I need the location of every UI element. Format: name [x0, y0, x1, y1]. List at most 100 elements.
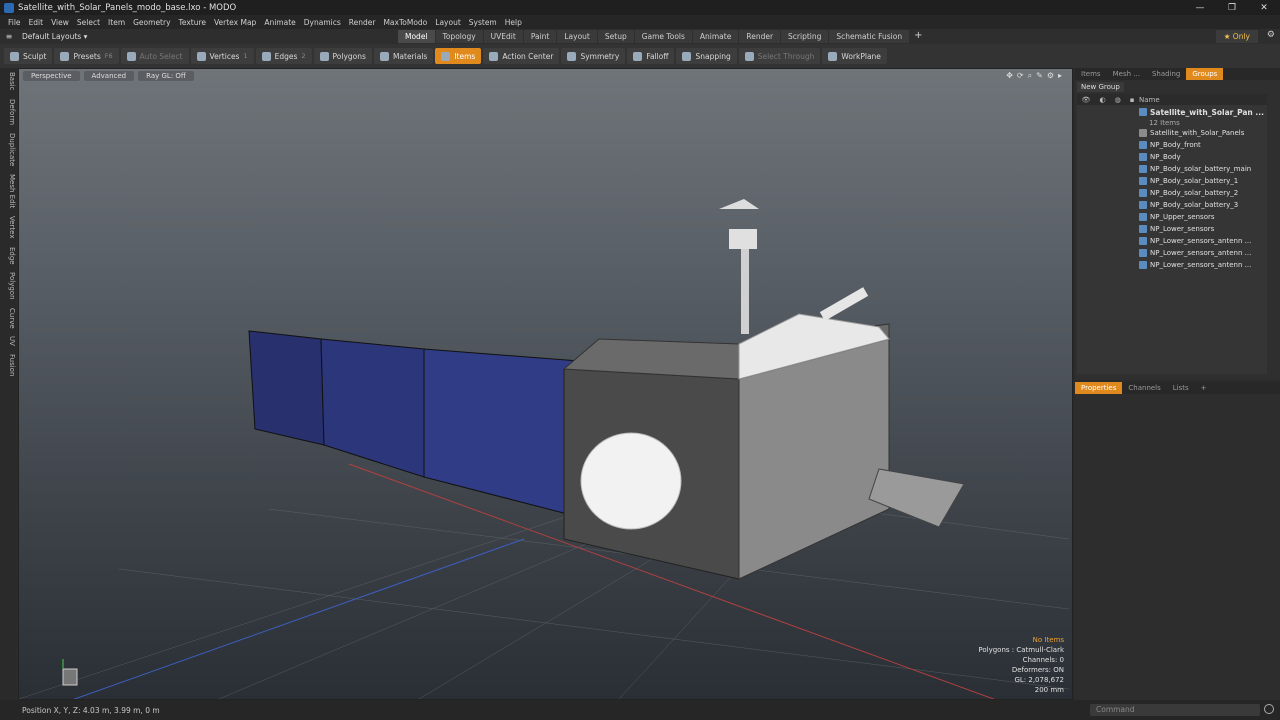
tab-animate[interactable]: Animate	[692, 30, 739, 43]
layout-menu-icon[interactable]: ≡	[0, 32, 18, 41]
menu-system[interactable]: System	[465, 18, 501, 27]
add-panel-tab-button[interactable]: +	[1195, 384, 1213, 392]
auto-select-button[interactable]: Auto Select	[120, 48, 189, 64]
tab-schematic-fusion[interactable]: Schematic Fusion	[829, 30, 910, 43]
paint-icon[interactable]: ✎	[1036, 71, 1043, 81]
tab-paint[interactable]: Paint	[523, 30, 557, 43]
snapping-label: Snapping	[695, 51, 731, 61]
tab-lists[interactable]: Lists	[1167, 384, 1195, 392]
list-item[interactable]: NP_Body_front	[1077, 139, 1267, 151]
default-layouts-dropdown[interactable]: Default Layouts ▾	[18, 32, 398, 41]
new-group-button[interactable]: New Group	[1077, 82, 1124, 92]
edges-button[interactable]: Edges 2	[255, 48, 312, 64]
select-through-button[interactable]: Select Through	[738, 48, 821, 64]
tab-render[interactable]: Render	[739, 30, 781, 43]
command-input[interactable]: Command	[1090, 704, 1260, 716]
advanced-dropdown[interactable]: Advanced	[83, 71, 135, 81]
menu-view[interactable]: View	[47, 18, 73, 27]
presets-button[interactable]: Presets F6	[54, 48, 119, 64]
viewport-menu-icon[interactable]: ▸	[1058, 71, 1062, 81]
maximize-button[interactable]: ❐	[1216, 0, 1248, 15]
tab-game-tools[interactable]: Game Tools	[634, 30, 692, 43]
only-toggle[interactable]: ★ Only	[1215, 30, 1258, 43]
list-item[interactable]: Satellite_with_Solar_Panels	[1077, 127, 1267, 139]
command-history-icon[interactable]	[1264, 704, 1274, 714]
zoom-icon[interactable]: ⌕	[1028, 71, 1032, 81]
close-button[interactable]: ✕	[1248, 0, 1280, 15]
falloff-button[interactable]: Falloff	[627, 48, 675, 64]
list-item[interactable]: NP_Upper_sensors	[1077, 211, 1267, 223]
add-tab-button[interactable]: +	[910, 30, 926, 43]
tab-setup[interactable]: Setup	[597, 30, 634, 43]
list-item[interactable]: NP_Lower_sensors	[1077, 223, 1267, 235]
menu-item[interactable]: Item	[104, 18, 129, 27]
menu-geometry[interactable]: Geometry	[129, 18, 174, 27]
menu-select[interactable]: Select	[73, 18, 104, 27]
polygons-stat: Polygons : Catmull-Clark	[978, 646, 1064, 654]
name-column-header[interactable]: Name	[1139, 96, 1160, 104]
tab-deform[interactable]: Deform	[0, 95, 16, 129]
tab-layout[interactable]: Layout	[557, 30, 597, 43]
rotate-icon[interactable]: ⟳	[1017, 71, 1024, 81]
menu-file[interactable]: File	[4, 18, 25, 27]
tab-model[interactable]: Model	[398, 30, 435, 43]
tab-curve[interactable]: Curve	[0, 304, 16, 333]
menu-dynamics[interactable]: Dynamics	[300, 18, 345, 27]
perspective-dropdown[interactable]: Perspective	[23, 71, 80, 81]
list-item[interactable]: NP_Body_solar_battery_2	[1077, 187, 1267, 199]
list-item[interactable]: NP_Lower_sensors_antenn ...	[1077, 235, 1267, 247]
list-item[interactable]: NP_Lower_sensors_antenn ...	[1077, 247, 1267, 259]
tab-mesh-edit[interactable]: Mesh Edit	[0, 170, 16, 212]
tab-uvedit[interactable]: UVEdit	[483, 30, 523, 43]
vertices-button[interactable]: Vertices 1	[190, 48, 254, 64]
minimize-button[interactable]: —	[1184, 0, 1216, 15]
viewport-settings-icon[interactable]: ⚙	[1047, 71, 1054, 81]
tree-root-group[interactable]: Satellite_with_Solar_Pan ...	[1077, 105, 1267, 119]
tab-uv[interactable]: UV	[0, 332, 16, 350]
render-icon[interactable]: ◐	[1099, 96, 1105, 104]
tab-edge[interactable]: Edge	[0, 243, 16, 269]
menu-render[interactable]: Render	[345, 18, 380, 27]
select-icon[interactable]: ▪	[1130, 96, 1135, 104]
pan-icon[interactable]: ✥	[1006, 71, 1013, 81]
symmetry-button[interactable]: Symmetry	[561, 48, 626, 64]
deformers-stat: Deformers: ON	[1011, 666, 1064, 674]
list-item[interactable]: NP_Lower_sensors_antenn ...	[1077, 259, 1267, 271]
tab-groups[interactable]: Groups	[1186, 68, 1224, 80]
menu-vertex-map[interactable]: Vertex Map	[210, 18, 260, 27]
menu-help[interactable]: Help	[501, 18, 526, 27]
polygons-button[interactable]: Polygons	[313, 48, 372, 64]
tab-properties[interactable]: Properties	[1075, 382, 1123, 394]
list-item[interactable]: NP_Body_solar_battery_1	[1077, 175, 1267, 187]
tab-items[interactable]: Items	[1075, 70, 1107, 78]
lock-icon[interactable]: ◍	[1115, 96, 1121, 104]
tab-fusion[interactable]: Fusion	[0, 350, 16, 380]
eye-icon[interactable]: 👁	[1082, 96, 1091, 104]
tab-scripting[interactable]: Scripting	[781, 30, 829, 43]
sculpt-button[interactable]: Sculpt	[4, 48, 53, 64]
raygl-toggle[interactable]: Ray GL: Off	[138, 71, 194, 81]
menu-maxtomodo[interactable]: MaxToModo	[379, 18, 431, 27]
snapping-button[interactable]: Snapping	[676, 48, 737, 64]
menu-layout[interactable]: Layout	[431, 18, 465, 27]
list-item[interactable]: NP_Body_solar_battery_3	[1077, 199, 1267, 211]
tab-basic[interactable]: Basic	[0, 68, 16, 95]
tab-channels[interactable]: Channels	[1122, 384, 1166, 392]
workplane-button[interactable]: WorkPlane	[822, 48, 887, 64]
gear-icon[interactable]: ⚙	[1267, 30, 1275, 40]
list-item[interactable]: NP_Body_solar_battery_main	[1077, 163, 1267, 175]
materials-button[interactable]: Materials	[373, 48, 434, 64]
tab-polygon[interactable]: Polygon	[0, 268, 16, 304]
items-button[interactable]: Items	[435, 48, 482, 64]
menu-animate[interactable]: Animate	[260, 18, 299, 27]
list-item[interactable]: NP_Body	[1077, 151, 1267, 163]
tab-duplicate[interactable]: Duplicate	[0, 129, 16, 170]
tab-vertex[interactable]: Vertex	[0, 212, 16, 243]
3d-viewport[interactable]: Perspective Advanced Ray GL: Off ✥ ⟳ ⌕ ✎…	[18, 68, 1073, 700]
tab-mesh[interactable]: Mesh ...	[1107, 70, 1146, 78]
tab-topology[interactable]: Topology	[435, 30, 483, 43]
tab-shading[interactable]: Shading	[1146, 70, 1186, 78]
menu-edit[interactable]: Edit	[25, 18, 48, 27]
menu-texture[interactable]: Texture	[175, 18, 210, 27]
action-center-button[interactable]: Action Center	[483, 48, 560, 64]
